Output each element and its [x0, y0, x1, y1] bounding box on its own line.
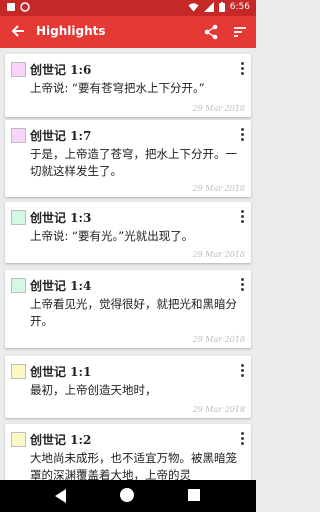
- more-vert-icon[interactable]: [239, 61, 245, 77]
- highlight-card[interactable]: 创世记 1:1 最初，上帝创造天地时， 29 Mar 2018: [5, 356, 251, 418]
- verse-text: 最初，上帝创造天地时，: [30, 383, 157, 397]
- more-vert-icon[interactable]: [239, 431, 245, 447]
- highlight-card[interactable]: 创世记 1:2 大地尚未成形，也不适宜万物。被黑暗笼罩的深渊覆盖着大地，上帝的灵: [5, 424, 251, 480]
- status-time: 6:56: [229, 2, 250, 12]
- notification-icons: [6, 2, 30, 12]
- highlight-color-swatch: [11, 364, 26, 379]
- verse-reference: 创世记 1:2: [30, 433, 92, 447]
- sort-icon[interactable]: [232, 24, 248, 40]
- highlight-date: 29 Mar 2018: [192, 335, 245, 344]
- verse-text: 上帝看见光，觉得很好，就把光和黑暗分开。: [30, 297, 237, 328]
- page-title: Highlights: [36, 24, 106, 38]
- verse-reference: 创世记 1:1: [30, 365, 92, 379]
- highlight-color-swatch: [11, 210, 26, 225]
- highlight-card[interactable]: 创世记 1:7 于是，上帝造了苍穹，把水上下分开。一切就这样发生了。 29 Ma…: [5, 120, 251, 197]
- more-vert-icon[interactable]: [239, 277, 245, 293]
- verse-reference: 创世记 1:4: [30, 279, 92, 293]
- app-bar: Highlights: [0, 16, 256, 48]
- verse-text: 上帝说: “要有苍穹把水上下分开。”: [30, 81, 205, 95]
- nav-home-icon[interactable]: [120, 488, 134, 502]
- highlights-list: 创世记 1:6 上帝说: “要有苍穹把水上下分开。” 29 Mar 2018 创…: [0, 48, 256, 480]
- highlight-card[interactable]: 创世记 1:4 上帝看见光，觉得很好，就把光和黑暗分开。 29 Mar 2018: [5, 270, 251, 348]
- verse-reference: 创世记 1:7: [30, 129, 92, 143]
- more-vert-icon[interactable]: [239, 363, 245, 379]
- verse-text: 上帝说: “要有光。”光就出现了。: [30, 229, 194, 243]
- verse-reference: 创世记 1:3: [30, 211, 92, 225]
- app-notification-icon: [7, 3, 15, 11]
- share-icon[interactable]: [203, 24, 219, 40]
- highlight-date: 29 Mar 2018: [192, 184, 245, 193]
- more-vert-icon[interactable]: [239, 127, 245, 143]
- verse-text: 于是，上帝造了苍穹，把水上下分开。一切就这样发生了。: [30, 147, 237, 178]
- nav-recents-icon[interactable]: [188, 489, 200, 501]
- highlight-date: 29 Mar 2018: [192, 250, 245, 259]
- signal-icon: [203, 2, 214, 12]
- nav-back-icon[interactable]: [55, 489, 66, 503]
- highlight-date: 29 Mar 2018: [192, 104, 245, 113]
- highlight-card[interactable]: 创世记 1:6 上帝说: “要有苍穹把水上下分开。” 29 Mar 2018: [5, 54, 251, 117]
- battery-icon: [218, 2, 225, 12]
- status-bar: 6:56: [0, 0, 256, 16]
- highlight-color-swatch: [11, 128, 26, 143]
- highlight-date: 29 Mar 2018: [192, 405, 245, 414]
- back-arrow-icon[interactable]: [10, 23, 26, 39]
- wifi-icon: [188, 3, 199, 12]
- highlight-color-swatch: [11, 62, 26, 77]
- navigation-bar: [0, 480, 256, 512]
- highlight-card[interactable]: 创世记 1:3 上帝说: “要有光。”光就出现了。 29 Mar 2018: [5, 202, 251, 263]
- verse-text: 大地尚未成形，也不适宜万物。被黑暗笼罩的深渊覆盖着大地，上帝的灵: [30, 451, 237, 480]
- more-vert-icon[interactable]: [239, 209, 245, 225]
- highlight-color-swatch: [11, 278, 26, 293]
- verse-reference: 创世记 1:6: [30, 63, 92, 77]
- highlight-color-swatch: [11, 432, 26, 447]
- alert-notification-icon: [20, 2, 30, 12]
